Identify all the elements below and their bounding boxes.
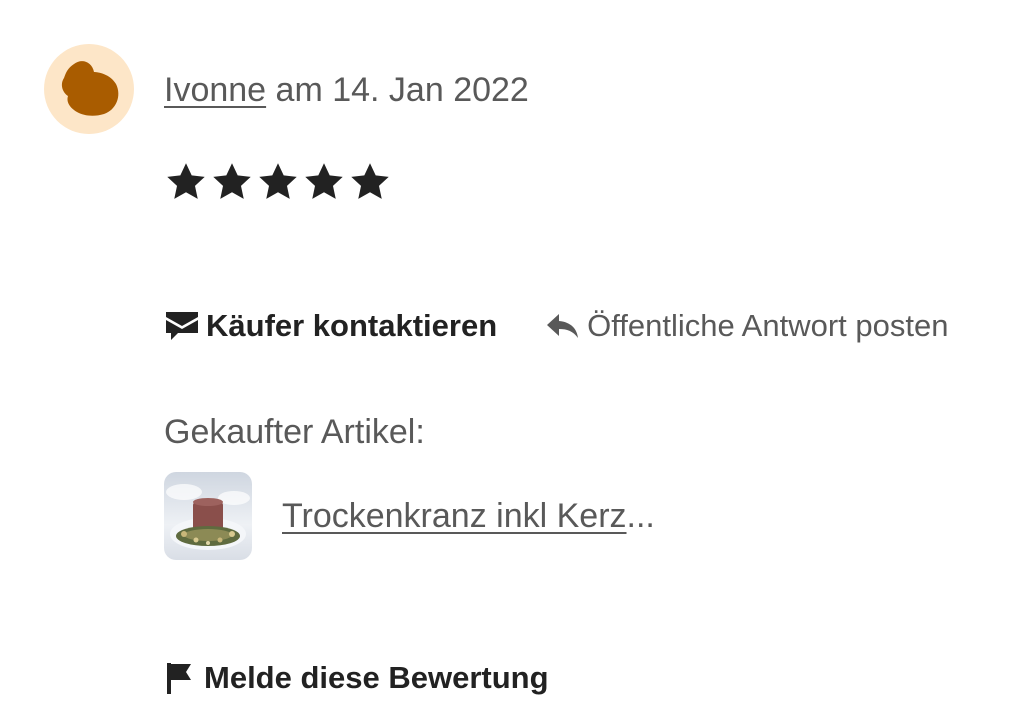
envelope-icon [164,309,200,343]
public-reply-button[interactable]: Öffentliche Antwort posten [545,308,948,344]
star-icon [256,160,300,204]
user-silhouette-icon [61,61,119,116]
contact-buyer-button[interactable]: Käufer kontaktieren [164,308,497,344]
item-title-link[interactable]: Trockenkranz inkl Kerz... [282,497,655,536]
star-icon [302,160,346,204]
avatar[interactable] [44,44,134,134]
star-icon [348,160,392,204]
review-header: Ivonne am 14. Jan 2022 [164,68,529,112]
purchased-item-label: Gekaufter Artikel: [164,413,425,451]
reviewer-name-link[interactable]: Ivonne [164,71,266,109]
reply-arrow-icon [545,311,581,341]
star-icon [164,160,208,204]
review-date: am 14. Jan 2022 [275,71,529,109]
item-title-text: Trockenkranz inkl Kerz [282,496,627,535]
item-title-ellipsis: ... [626,496,655,535]
item-thumbnail[interactable] [164,472,252,560]
report-review-label: Melde diese Bewertung [204,660,549,695]
contact-buyer-label: Käufer kontaktieren [206,308,498,343]
public-reply-label: Öffentliche Antwort posten [587,308,949,343]
purchased-item: Trockenkranz inkl Kerz... [164,472,655,560]
flag-icon [164,661,194,695]
star-rating [164,160,392,204]
review-actions: Käufer kontaktieren Öffentliche Antwort … [164,308,948,344]
wreath-candle-thumbnail [164,472,252,560]
star-icon [210,160,254,204]
report-review-button[interactable]: Melde diese Bewertung [164,660,549,696]
